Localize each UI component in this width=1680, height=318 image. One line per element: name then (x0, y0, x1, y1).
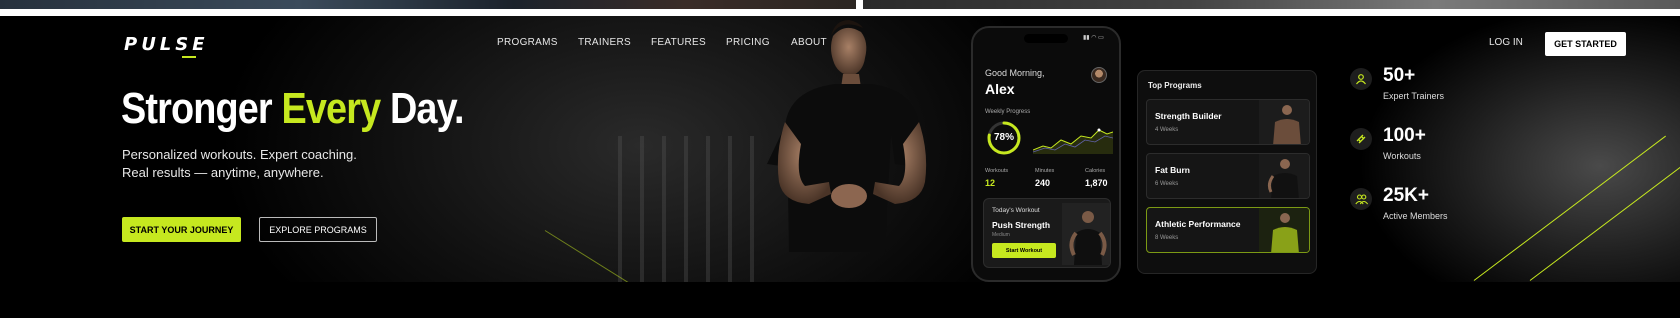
program-image (1259, 208, 1309, 252)
hero-section: PULSE PROGRAMS TRAINERS FEATURES PRICING… (0, 16, 1680, 282)
todays-workout-card[interactable]: Today's Workout Push Strength Medium Sta… (983, 198, 1111, 268)
program-name: Athletic Performance (1155, 219, 1241, 229)
stat-trainers-number: 50+ (1383, 65, 1416, 86)
workout-image (1062, 203, 1110, 265)
user-icon (1350, 68, 1372, 90)
program-duration: 4 Weeks (1155, 127, 1179, 133)
weekly-progress-label: Weekly Progress (985, 109, 1031, 115)
start-workout-button[interactable]: Start Workout (992, 243, 1056, 258)
headline-accent: Every (281, 84, 381, 133)
todays-workout-level: Medium (992, 232, 1010, 238)
stat-label-calories: Calories (1085, 168, 1106, 174)
phone-greeting: Good Morning, (985, 68, 1045, 78)
nav-trainers[interactable]: TRAINERS (578, 37, 631, 48)
headline-part-1: Stronger (121, 84, 273, 133)
phone-username: Alex (985, 81, 1015, 97)
stat-value-workouts: 12 (985, 178, 996, 188)
program-name: Strength Builder (1155, 111, 1222, 121)
users-icon (1350, 188, 1372, 210)
strip-image-right (863, 0, 1680, 9)
logo[interactable]: PULSE (124, 34, 209, 55)
dumbbell-icon (1350, 128, 1372, 150)
logo-underline (182, 56, 196, 58)
progress-percent: 78% (993, 132, 1014, 143)
program-card-athletic[interactable]: Athletic Performance 8 Weeks (1146, 207, 1310, 253)
top-programs-title: Top Programs (1148, 81, 1202, 90)
program-duration: 8 Weeks (1155, 235, 1179, 241)
stat-workouts-number: 100+ (1383, 125, 1426, 146)
stat-label-workouts: Workouts (985, 168, 1009, 174)
nav-features[interactable]: FEATURES (651, 37, 706, 48)
nav-programs[interactable]: PROGRAMS (497, 37, 558, 48)
program-card-fat-burn[interactable]: Fat Burn 6 Weeks (1146, 153, 1310, 199)
nav-pricing[interactable]: PRICING (726, 37, 770, 48)
program-duration: 6 Weeks (1155, 181, 1179, 187)
start-journey-button[interactable]: START YOUR JOURNEY (122, 217, 241, 242)
program-name: Fat Burn (1155, 165, 1190, 175)
hero-subtitle-line-2: Real results — anytime, anywhere. (122, 165, 324, 180)
hero-headline: Stronger Every Day. (121, 84, 464, 134)
top-image-strip (0, 0, 1680, 16)
login-link[interactable]: LOG IN (1489, 37, 1523, 48)
stat-value-calories: 1,870 (1085, 178, 1108, 188)
program-card-strength[interactable]: Strength Builder 4 Weeks (1146, 99, 1310, 145)
stat-trainers-label: Expert Trainers (1383, 91, 1445, 101)
phone-notch (1024, 34, 1068, 43)
explore-programs-button[interactable]: EXPLORE PROGRAMS (259, 217, 377, 242)
stat-value-minutes: 240 (1035, 178, 1051, 188)
top-programs-panel: Top Programs Strength Builder 4 Weeks Fa… (1137, 70, 1317, 274)
stat-members-label: Active Members (1383, 211, 1448, 221)
program-image (1259, 100, 1309, 144)
program-image (1259, 154, 1309, 198)
hero-fog (1320, 16, 1680, 282)
strip-image-left (0, 0, 856, 9)
progress-chart (1033, 128, 1113, 154)
athlete-image (767, 20, 927, 252)
avatar[interactable] (1091, 67, 1107, 83)
stat-workouts-label: Workouts (1383, 151, 1421, 161)
phone-mockup: ▮▮ ◠ ▭ Good Morning, Alex Weekly Progres… (971, 26, 1121, 282)
todays-workout-label: Today's Workout (992, 207, 1040, 214)
todays-workout-name: Push Strength (992, 220, 1051, 230)
stat-members-number: 25K+ (1383, 185, 1429, 206)
status-icons: ▮▮ ◠ ▭ (1083, 35, 1104, 41)
nav-about[interactable]: ABOUT (791, 37, 827, 48)
stat-label-minutes: Minutes (1035, 168, 1055, 174)
get-started-button[interactable]: GET STARTED (1545, 32, 1626, 56)
headline-part-2: Day. (389, 84, 465, 133)
hero-subtitle-line-1: Personalized workouts. Expert coaching. (122, 147, 357, 162)
